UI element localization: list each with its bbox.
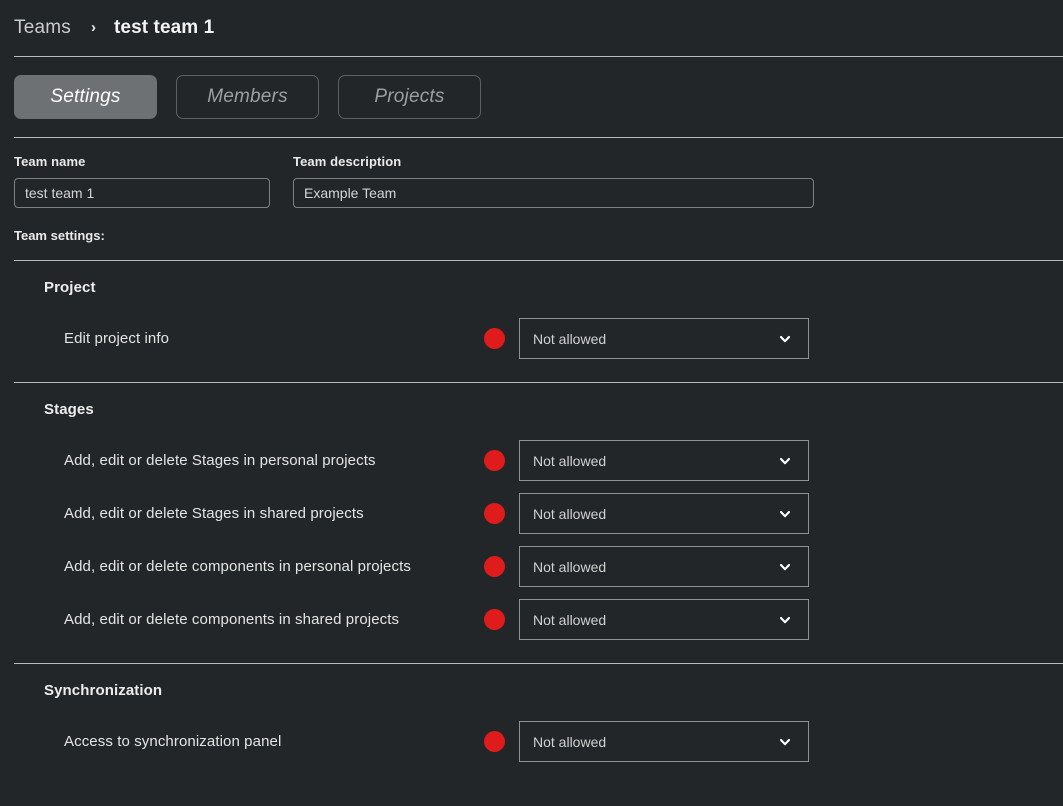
team-name-input[interactable] <box>14 178 270 208</box>
section-title-project: Project <box>44 279 96 296</box>
tab-settings[interactable]: Settings <box>14 75 157 119</box>
section-synchronization: Synchronization Access to synchronizatio… <box>0 664 1063 768</box>
permission-select[interactable]: Not allowed <box>519 440 809 481</box>
permission-select[interactable]: Not allowed <box>519 318 809 359</box>
team-settings-label: Team settings: <box>14 228 105 243</box>
permission-label: Add, edit or delete Stages in shared pro… <box>64 505 364 522</box>
permission-select-value: Not allowed <box>533 733 607 750</box>
permission-select-value: Not allowed <box>533 330 607 347</box>
permission-select[interactable]: Not allowed <box>519 546 809 587</box>
status-indicator-denied <box>484 609 505 630</box>
tab-members[interactable]: Members <box>176 75 319 119</box>
chevron-down-icon <box>776 505 794 523</box>
permission-select-value: Not allowed <box>533 452 607 469</box>
chevron-down-icon <box>776 611 794 629</box>
team-form: Team name Team description Team settings… <box>0 138 1063 243</box>
permission-label: Edit project info <box>64 330 170 347</box>
team-description-field-group: Team description <box>293 154 814 208</box>
tab-settings-label: Settings <box>50 86 121 107</box>
section-title-stages: Stages <box>44 401 94 418</box>
chevron-down-icon <box>776 452 794 470</box>
breadcrumb-current-team: test team 1 <box>113 17 215 38</box>
permission-select[interactable]: Not allowed <box>519 493 809 534</box>
team-name-field-group: Team name <box>14 154 270 208</box>
section-project: Project Edit project info Not allowed <box>0 261 1063 365</box>
chevron-right-icon: › <box>90 18 96 36</box>
permission-select[interactable]: Not allowed <box>519 721 809 762</box>
permission-row: Access to synchronization panel Not allo… <box>0 715 1063 768</box>
tab-projects[interactable]: Projects <box>338 75 481 119</box>
status-indicator-denied <box>484 503 505 524</box>
breadcrumb-link-teams[interactable]: Teams <box>14 17 71 39</box>
team-name-label: Team name <box>14 154 86 169</box>
status-indicator-denied <box>484 328 505 349</box>
permission-row: Add, edit or delete Stages in personal p… <box>0 434 1063 487</box>
tab-bar: Settings Members Projects <box>0 57 1063 137</box>
chevron-down-icon <box>776 330 794 348</box>
breadcrumb: Teams › test team 1 <box>0 0 1063 56</box>
permission-row: Add, edit or delete components in shared… <box>0 593 1063 646</box>
team-description-input[interactable] <box>293 178 814 208</box>
permission-label: Add, edit or delete components in person… <box>64 558 411 575</box>
field-spacer <box>270 154 293 208</box>
status-indicator-denied <box>484 450 505 471</box>
permission-select-value: Not allowed <box>533 505 607 522</box>
permission-select[interactable]: Not allowed <box>519 599 809 640</box>
permission-label: Add, edit or delete Stages in personal p… <box>64 452 376 469</box>
permission-select-value: Not allowed <box>533 558 607 575</box>
team-form-row: Team name Team description <box>0 154 1063 208</box>
chevron-down-icon <box>776 733 794 751</box>
permission-label: Add, edit or delete components in shared… <box>64 611 400 628</box>
team-description-label: Team description <box>293 154 402 169</box>
tab-members-label: Members <box>207 86 288 107</box>
chevron-down-icon <box>776 558 794 576</box>
section-stages: Stages Add, edit or delete Stages in per… <box>0 383 1063 646</box>
permission-row: Add, edit or delete Stages in shared pro… <box>0 487 1063 540</box>
section-title-synchronization: Synchronization <box>44 682 163 699</box>
status-indicator-denied <box>484 556 505 577</box>
tab-projects-label: Projects <box>374 86 445 107</box>
permission-select-value: Not allowed <box>533 611 607 628</box>
permission-label: Access to synchronization panel <box>64 733 282 750</box>
permission-row: Add, edit or delete components in person… <box>0 540 1063 593</box>
permission-row: Edit project info Not allowed <box>0 312 1063 365</box>
status-indicator-denied <box>484 731 505 752</box>
